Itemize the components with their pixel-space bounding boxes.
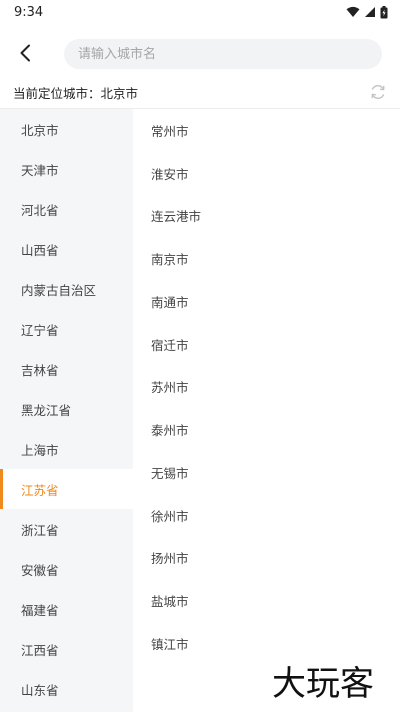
- city-item[interactable]: 连云港市: [133, 195, 400, 238]
- back-button[interactable]: [12, 39, 38, 67]
- province-item[interactable]: 黑龙江省: [0, 389, 133, 429]
- province-item[interactable]: 河北省: [0, 189, 133, 229]
- city-item[interactable]: 苏州市: [133, 366, 400, 409]
- chevron-left-icon: [20, 44, 30, 62]
- province-item[interactable]: 山东省: [0, 669, 133, 709]
- city-item[interactable]: 泰州市: [133, 408, 400, 451]
- province-item[interactable]: 上海市: [0, 429, 133, 469]
- status-time: 9:34: [14, 4, 44, 20]
- province-item[interactable]: 山西省: [0, 229, 133, 269]
- city-item[interactable]: 镇江市: [133, 622, 400, 665]
- svg-text:大玩客: 大玩客: [272, 664, 374, 702]
- city-item[interactable]: 常州市: [133, 109, 400, 152]
- province-item[interactable]: 北京市: [0, 109, 133, 149]
- city-item[interactable]: 无锡市: [133, 451, 400, 494]
- city-list[interactable]: 常州市 淮安市 连云港市 南京市 南通市 宿迁市 苏州市 泰州市 无锡市 徐州市…: [133, 109, 400, 712]
- current-location-row: 当前定位城市：北京市: [0, 78, 400, 106]
- wifi-icon: [346, 6, 360, 17]
- refresh-icon[interactable]: [369, 83, 387, 101]
- search-header: [0, 34, 400, 72]
- city-item[interactable]: 扬州市: [133, 537, 400, 580]
- battery-icon: [380, 5, 388, 18]
- province-item[interactable]: 安徽省: [0, 549, 133, 589]
- province-item[interactable]: 江西省: [0, 629, 133, 669]
- current-location-label: 当前定位城市：北京市: [13, 85, 139, 101]
- province-item[interactable]: 福建省: [0, 589, 133, 629]
- status-bar: 9:34: [0, 0, 400, 24]
- province-item[interactable]: 天津市: [0, 149, 133, 189]
- province-item[interactable]: 内蒙古自治区: [0, 269, 133, 309]
- province-item[interactable]: 吉林省: [0, 349, 133, 389]
- province-list[interactable]: 北京市 天津市 河北省 山西省 内蒙古自治区 辽宁省 吉林省 黑龙江省 上海市 …: [0, 109, 133, 712]
- signal-icon: [365, 7, 375, 17]
- city-item[interactable]: 南通市: [133, 280, 400, 323]
- city-item[interactable]: 徐州市: [133, 494, 400, 537]
- city-search-input[interactable]: [64, 39, 382, 69]
- city-item[interactable]: 宿迁市: [133, 323, 400, 366]
- status-icons: [346, 5, 388, 19]
- city-item[interactable]: 淮安市: [133, 152, 400, 195]
- city-item[interactable]: 南京市: [133, 237, 400, 280]
- province-item[interactable]: 辽宁省: [0, 309, 133, 349]
- city-item[interactable]: 盐城市: [133, 579, 400, 622]
- province-item-selected[interactable]: 江苏省: [0, 469, 133, 509]
- watermark-logo: 大玩客: [272, 664, 374, 702]
- province-item[interactable]: 浙江省: [0, 509, 133, 549]
